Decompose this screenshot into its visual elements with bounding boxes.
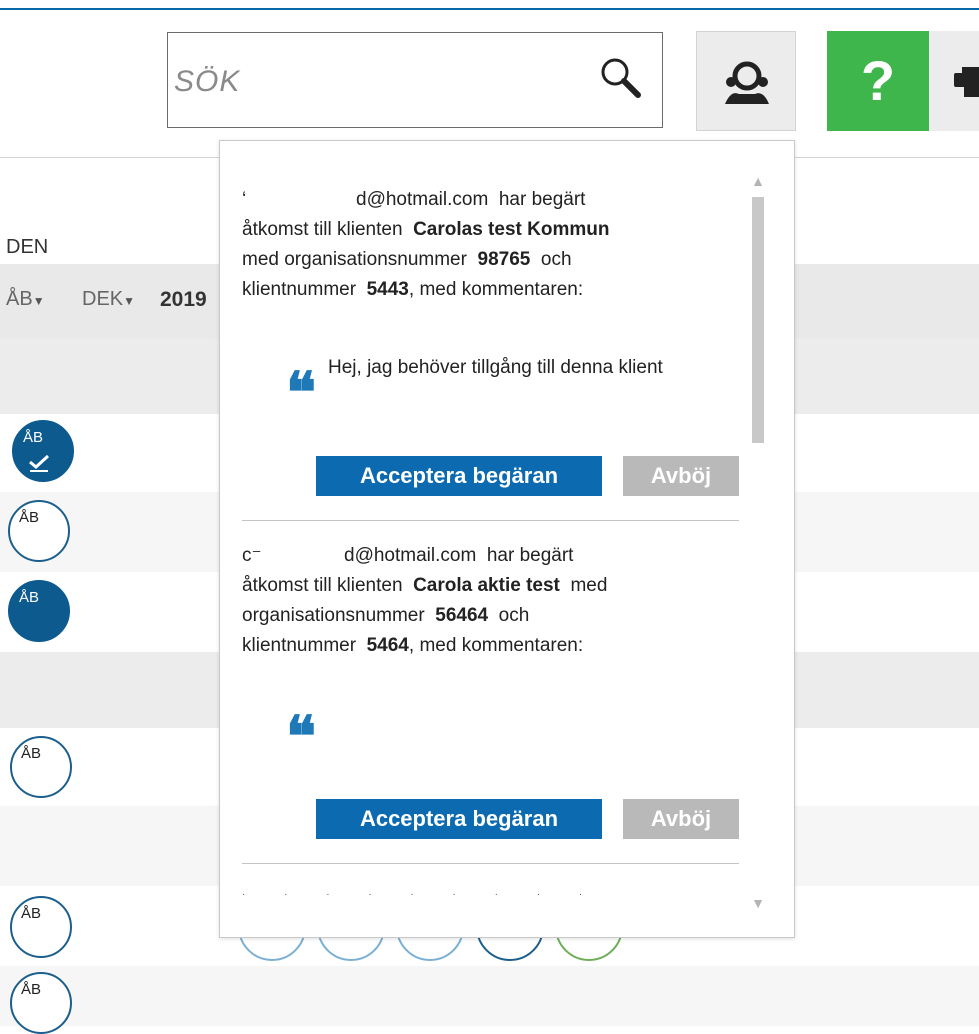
badge-label: ÅB xyxy=(23,429,44,446)
search-input[interactable]: SÖK xyxy=(167,32,663,128)
quote-icon: ❝ xyxy=(286,360,317,426)
scrollbar-thumb[interactable] xyxy=(752,197,764,443)
request-line: åtkomst till klienten Carolas test Kommu… xyxy=(242,215,742,245)
request-text: c⁻ d@hotmail.com har begärt åtkomst till … xyxy=(242,541,742,661)
status-badge[interactable]: ÅB xyxy=(10,736,72,798)
support-people-icon xyxy=(725,61,769,104)
client-number: 5443 xyxy=(366,279,409,300)
request-email: d@hotmail.com xyxy=(356,189,489,210)
badge-label: ÅB xyxy=(21,745,42,762)
access-requests-popup: ‘ d@hotmail.com har begärt åtkomst till k… xyxy=(219,140,795,938)
request-line: ‘ d@hotmail.com har begärt xyxy=(242,185,742,215)
request-line: organisationsnummer 56464 och xyxy=(242,601,742,631)
status-badge[interactable]: ÅB xyxy=(10,972,72,1034)
and-text: och xyxy=(498,605,530,626)
badge-label: ÅB xyxy=(19,509,40,526)
column-label: DEN xyxy=(6,236,49,258)
request-verb: har begärt xyxy=(498,189,586,210)
client-number: 5464 xyxy=(366,635,409,656)
comment-label: , med kommentaren: xyxy=(408,279,584,300)
filter-icon: ▼ xyxy=(123,294,136,308)
accept-request-button[interactable]: Acceptera begäran xyxy=(316,456,602,496)
request-text-truncated: · · · · · · · · · xyxy=(242,889,601,897)
decline-request-button[interactable]: Avböj xyxy=(623,456,739,496)
client-name: Carola aktie test xyxy=(413,575,560,596)
badge-label: ÅB xyxy=(21,905,42,922)
org-number: 98765 xyxy=(477,249,531,270)
redacted-user: ‘ xyxy=(242,189,247,210)
org-number: 56464 xyxy=(435,605,489,626)
request-line: åtkomst till klienten Carola aktie test … xyxy=(242,571,742,601)
filter-ab-label: ÅB xyxy=(6,288,33,310)
printer-button[interactable] xyxy=(929,31,979,131)
request-verb: har begärt xyxy=(486,545,574,566)
client-number-label: klientnummer xyxy=(242,635,357,656)
checkmark-icon xyxy=(29,454,50,472)
badge-label: ÅB xyxy=(21,981,42,998)
status-badge[interactable]: ÅB xyxy=(12,420,74,482)
request-line: med organisationsnummer 98765 och xyxy=(242,245,742,275)
printer-icon xyxy=(954,67,979,97)
med-text: med xyxy=(570,575,608,596)
request-comment: Hej, jag behöver tillgång till denna kli… xyxy=(328,357,663,378)
filter-dek[interactable]: DEK▼ xyxy=(82,288,135,311)
status-badge[interactable]: ÅB xyxy=(8,500,70,562)
client-number-label: klientnummer xyxy=(242,279,357,300)
client-name: Carolas test Kommun xyxy=(413,219,610,240)
quote-icon: ❝ xyxy=(286,704,317,770)
and-text: och xyxy=(540,249,572,270)
request-text: ‘ d@hotmail.com har begärt åtkomst till k… xyxy=(242,185,742,305)
request-line: klientnummer 5443, med kommentaren: xyxy=(242,275,742,305)
org-label: organisationsnummer xyxy=(242,605,425,626)
request-line: c⁻ d@hotmail.com har begärt xyxy=(242,541,742,571)
support-button[interactable] xyxy=(696,31,796,131)
accept-request-button[interactable]: Acceptera begäran xyxy=(316,799,602,839)
filter-ab[interactable]: ÅB▼ xyxy=(6,288,45,311)
filter-dek-label: DEK xyxy=(82,288,124,310)
scroll-up-arrow-icon[interactable]: ▲ xyxy=(748,171,768,191)
decline-request-button[interactable]: Avböj xyxy=(623,799,739,839)
badge-label: ÅB xyxy=(19,589,40,606)
org-label: med organisationsnummer xyxy=(242,249,467,270)
status-badge[interactable]: ÅB xyxy=(8,580,70,642)
request-access-text: åtkomst till klienten xyxy=(242,575,403,596)
request-separator xyxy=(242,520,739,521)
top-accent-line xyxy=(0,8,979,10)
request-email: d@hotmail.com xyxy=(344,545,477,566)
table-row xyxy=(0,966,979,1026)
search-placeholder: SÖK xyxy=(174,65,241,98)
redacted-user: c⁻ xyxy=(242,545,262,566)
request-access-text: åtkomst till klienten xyxy=(242,219,403,240)
help-button[interactable]: ? xyxy=(827,31,929,131)
scroll-down-arrow-icon[interactable]: ▼ xyxy=(748,893,768,913)
request-separator xyxy=(242,863,739,864)
magnifier-icon[interactable] xyxy=(598,55,642,99)
year-header: 2019 xyxy=(160,288,207,311)
status-badge[interactable]: ÅB xyxy=(10,896,72,958)
comment-label: , med kommentaren: xyxy=(408,635,584,656)
popup-scrollbar[interactable]: ▲ ▼ xyxy=(748,171,768,911)
filter-icon: ▼ xyxy=(32,294,45,308)
request-line: klientnummer 5464, med kommentaren: xyxy=(242,631,742,661)
